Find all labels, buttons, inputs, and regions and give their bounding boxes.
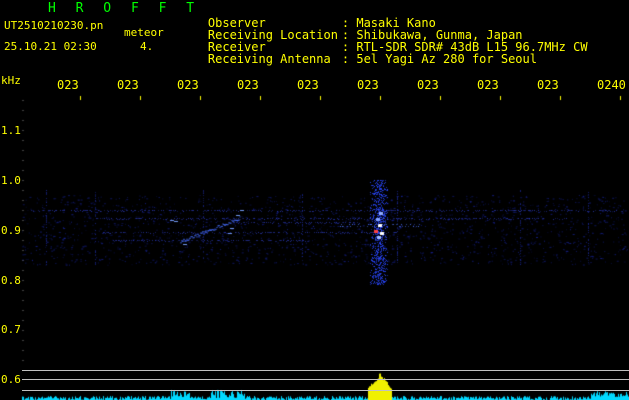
freq-tick-label: 1.1 [1,124,21,137]
hrofft-window: H R O F F T UT2510210230.pn meteor 25.10… [0,0,629,400]
antenna-row: Receiving Antenna : 5el Yagi Az 280 for S… [179,41,537,77]
freq-unit-label: kHz [1,74,21,87]
freq-tick-label: 0.8 [1,274,21,287]
freq-tick-label: 0.7 [1,323,21,336]
freq-tick-label: 0.9 [1,224,21,237]
baseline-divider [22,390,629,391]
meteor-label: meteor [124,26,164,39]
time-tick-label: 023 [177,78,199,92]
date-time: 25.10.21 02:30 [4,40,97,53]
time-tick-label: 0240 [597,78,626,92]
antenna-key: Receiving Antenna [207,52,331,66]
freq-tick-label: 0.6 [1,373,21,386]
time-tick-label: 023 [237,78,259,92]
time-tick-label: 023 [357,78,379,92]
antenna-value: : 5el Yagi Az 280 for Seoul [341,52,537,66]
time-tick-label: 023 [477,78,499,92]
time-tick-label: 023 [117,78,139,92]
baseline-divider [22,370,629,371]
time-tick-label: 023 [57,78,79,92]
meteor-count: 4. [140,40,154,53]
freq-tick-label: 1.0 [1,174,21,187]
time-tick-label: 023 [297,78,319,92]
app-title: H R O F F T [48,1,201,16]
file-name: UT2510210230.pn [4,19,104,32]
time-tick-label: 023 [417,78,439,92]
baseline-divider [22,379,629,380]
time-tick-label: 023 [537,78,559,92]
